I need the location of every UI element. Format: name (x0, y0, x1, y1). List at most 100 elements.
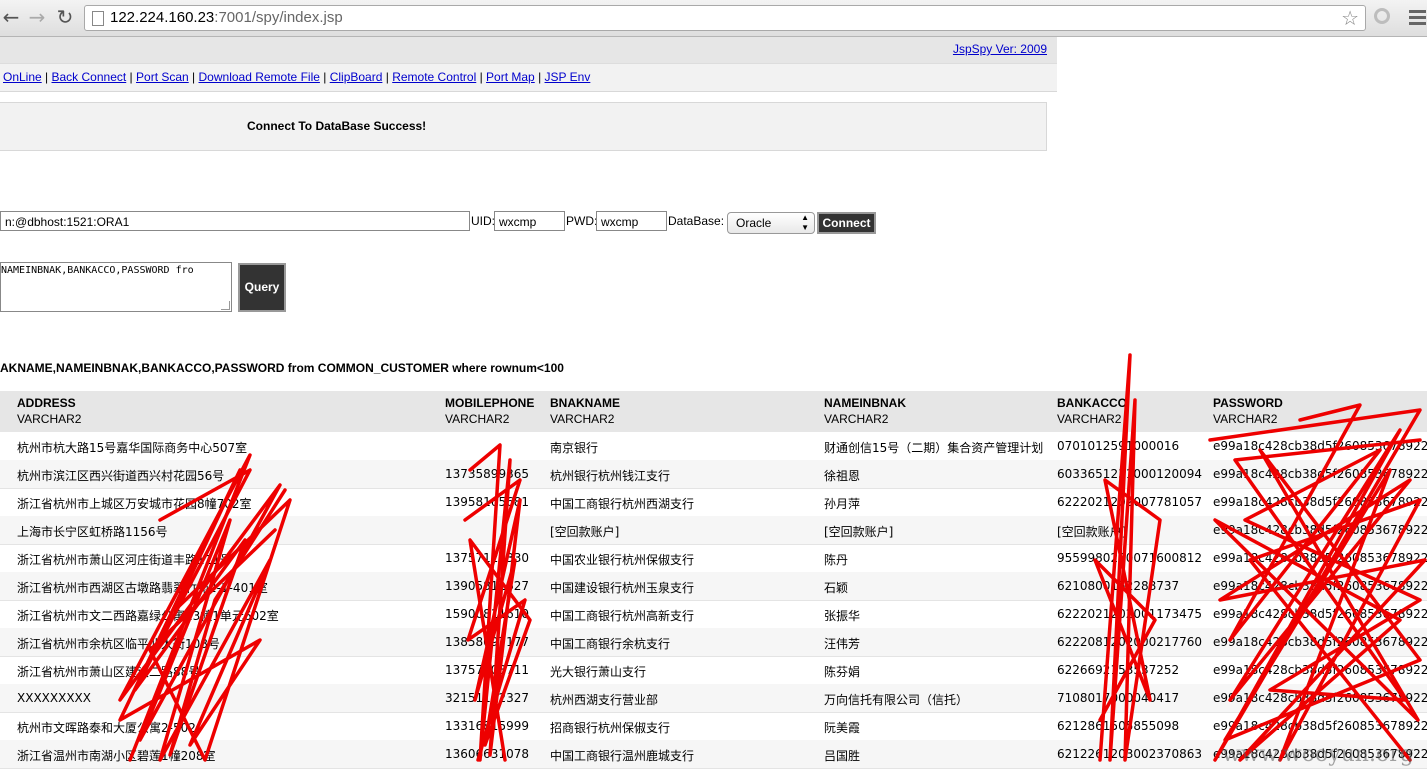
connect-button[interactable]: Connect (817, 212, 876, 234)
address-url[interactable]: 122.224.160.23:7001/spy/index.jsp (110, 9, 343, 26)
table-cell: 汪伟芳 (824, 637, 861, 651)
table-cell: [空回款账户] (1057, 525, 1127, 539)
table-cell: 13958165681 (445, 495, 529, 509)
watermark: www.wooyun.org (1222, 742, 1414, 767)
sql-text: NAMEINBNAK,BANKACCO,PASSWORD fro (1, 265, 194, 276)
table-row: 浙江省杭州市余杭区临平北大街108号 13858097177 中国工商银行余杭支行 汪… (0, 628, 1427, 657)
bookmark-star-icon[interactable]: ☆ (1341, 6, 1359, 30)
table-cell: e99a18c428cb38d5f260853678922e03 (1213, 439, 1427, 453)
page-icon (92, 11, 104, 26)
menu-item-back-connect[interactable]: Back Connect (52, 70, 127, 84)
menu-item-port-map[interactable]: Port Map (486, 70, 535, 84)
table-cell: 中国工商银行杭州高新支行 (550, 609, 695, 623)
table-cell: 13757108711 (445, 663, 529, 677)
executed-sql: AKNAME,NAMEINBNAK,BANKACCO,PASSWORD from… (0, 361, 564, 375)
address-bar[interactable]: 122.224.160.23:7001/spy/index.jsp ☆ (84, 5, 1366, 31)
table-cell: 13757121330 (445, 551, 529, 565)
table-row: 杭州市滨江区西兴街道西兴村花园56号 13735899365 杭州银行杭州钱江支行 徐… (0, 460, 1427, 489)
menu-separator: | (188, 70, 199, 84)
menu-item-download-remote-file[interactable]: Download Remote File (199, 70, 320, 84)
pwd-label: PWD: (566, 214, 598, 228)
sql-textarea[interactable]: NAMEINBNAK,BANKACCO,PASSWORD fro (0, 262, 232, 312)
table-cell: e99a18c428cb38d5f260853678922e03 (1213, 719, 1427, 733)
table-cell: 13316815999 (445, 719, 529, 733)
menu-item-port-scan[interactable]: Port Scan (136, 70, 189, 84)
table-cell: 浙江省杭州市西湖区古墩路翡翠竹苑2-1-401室 (17, 581, 268, 595)
table-cell: 阮美霞 (824, 721, 861, 735)
table-row: 浙江省杭州市上城区万安城市花园8幢702室 13958165681 中国工商银行杭州… (0, 488, 1427, 517)
column-header-address: ADDRESS VARCHAR2 (17, 396, 82, 426)
table-cell: 万向信托有限公司（信托） (824, 693, 969, 707)
table-cell: e99a18c428cb38d5f260853678922e03 (1213, 467, 1427, 481)
extension-icon[interactable] (1374, 8, 1390, 24)
table-cell: 杭州市杭大路15号嘉华国际商务中心507室 (17, 441, 248, 455)
table-cell: 13858097177 (445, 635, 529, 649)
menu-item-clipboard[interactable]: ClipBoard (330, 70, 383, 84)
jspspy-version-link[interactable]: JspSpy Ver: 2009 (953, 42, 1047, 56)
table-cell: e99a18c428cb38d5f260853678922e03 (1213, 663, 1427, 677)
browser-toolbar: ← → ↻ 122.224.160.23:7001/spy/index.jsp … (0, 0, 1427, 37)
table-cell: 6212261203002370863 (1057, 747, 1202, 761)
db-url-input[interactable]: n:@dbhost:1521:ORA1 (0, 211, 470, 231)
table-cell: 浙江省温州市南湖小区碧莲1幢208室 (17, 749, 216, 763)
table-cell: e99a18c428cb38d5f260853678922e03 (1213, 551, 1427, 565)
resize-grip-icon[interactable] (221, 301, 230, 310)
table-row: 上海市长宁区虹桥路1156号 [空回款账户] [空回款账户] [空回款账户] e99a1… (0, 516, 1427, 545)
table-cell: e99a18c428cb38d5f260853678922e03 (1213, 607, 1427, 621)
table-cell: 中国工商银行温州鹿城支行 (550, 749, 695, 763)
menu-separator: | (534, 70, 545, 84)
table-cell: 杭州市文晖路泰和大厦公寓2-502 (17, 721, 196, 735)
menu-item-online[interactable]: OnLine (3, 70, 42, 84)
menu-items: OnLine | Back Connect | Port Scan | Down… (3, 70, 590, 84)
browser-menu-icon[interactable] (1409, 10, 1426, 28)
table-cell: 0701012591000016 (1057, 439, 1180, 453)
table-cell: 杭州市滨江区西兴街道西兴村花园56号 (17, 469, 225, 483)
jspspy-header: JspSpy Ver: 2009 (0, 37, 1057, 64)
table-cell: 浙江省杭州市萧山区河庄街道丰路121号 (17, 553, 232, 567)
table-cell: 6210800152288737 (1057, 579, 1180, 593)
table-cell: 中国农业银行杭州保俶支行 (550, 553, 695, 567)
table-cell: 孙月萍 (824, 497, 861, 511)
back-arrow-icon[interactable]: ← (0, 6, 22, 28)
jspspy-menu: OnLine | Back Connect | Port Scan | Down… (0, 64, 1057, 92)
menu-separator: | (476, 70, 487, 84)
table-cell: XXXXXXXXX (17, 691, 91, 705)
menu-item-jsp-env[interactable]: JSP Env (545, 70, 591, 84)
column-header-bankacco: BANKACCO VARCHAR2 (1057, 396, 1127, 426)
table-cell: 32151132327 (445, 691, 529, 705)
table-row: 浙江省杭州市萧山区河庄街道丰路121号 13757121330 中国农业银行杭州保俶… (0, 544, 1427, 573)
table-cell: 13905811627 (445, 579, 529, 593)
table-cell: 杭州西湖支行营业部 (550, 693, 659, 707)
table-cell: e99a18c428cb38d5f260853678922e03 (1213, 579, 1427, 593)
table-cell: 15900811610 (445, 607, 529, 621)
table-cell: 浙江省杭州市余杭区临平北大街108号 (17, 637, 220, 651)
table-cell: e99a18c428cb38d5f260853678922e03 (1213, 691, 1427, 705)
forward-arrow-icon[interactable]: → (26, 6, 48, 28)
uid-input[interactable]: wxcmp (494, 211, 565, 231)
table-cell: 6222081202000217760 (1057, 635, 1202, 649)
table-cell: 浙江省杭州市上城区万安城市花园8幢702室 (17, 497, 252, 511)
status-message: Connect To DataBase Success! (247, 119, 427, 133)
table-cell: 陈丹 (824, 553, 849, 567)
table-cell: e99a18c428cb38d5f260853678922e03 (1213, 635, 1427, 649)
table-cell: e99a18c428cb38d5f260853678922e03 (1213, 495, 1427, 509)
menu-item-remote-control[interactable]: Remote Control (392, 70, 476, 84)
table-cell: 中国工商银行余杭支行 (550, 637, 671, 651)
menu-separator: | (126, 70, 137, 84)
column-header-password: PASSWORD VARCHAR2 (1213, 396, 1283, 426)
query-button[interactable]: Query (238, 263, 286, 312)
url-host: 122.224.160.23 (110, 9, 215, 26)
database-select[interactable]: Oracle ▲ ▼ (727, 212, 815, 234)
table-cell: 9559980220071600812 (1057, 551, 1202, 565)
table-cell: 吕国胜 (824, 749, 861, 763)
table-cell: 6222021202007781057 (1057, 495, 1202, 509)
table-cell: 13735899365 (445, 467, 529, 481)
table-cell: 招商银行杭州保俶支行 (550, 721, 671, 735)
status-message-box: Connect To DataBase Success! (0, 102, 1047, 151)
table-row: 浙江省杭州市文二西路嘉绿公寓13幢1单元602室 15900811610 中国工商银… (0, 600, 1427, 629)
table-cell: 光大银行萧山支行 (550, 665, 647, 679)
table-row: 浙江省杭州市萧山区建设二路88号 13757108711 光大银行萧山支行 陈芬娟 62… (0, 656, 1427, 685)
table-cell: 徐祖恩 (824, 469, 861, 483)
reload-icon[interactable]: ↻ (54, 6, 76, 28)
pwd-input[interactable]: wxcmp (596, 211, 667, 231)
